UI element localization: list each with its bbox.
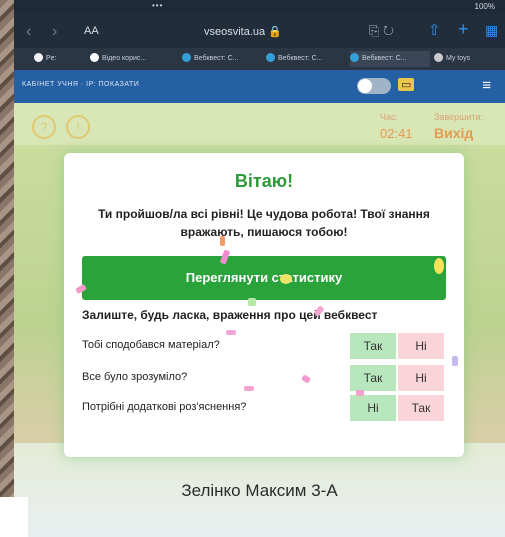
google-icon (34, 53, 43, 62)
menu-icon[interactable]: ≡ (482, 77, 491, 94)
timer-value: 02:41 (380, 126, 413, 141)
site-icon (266, 53, 275, 62)
theme-toggle[interactable] (357, 78, 391, 94)
confetti-piece (452, 356, 458, 366)
translate-reload-icons[interactable]: ⎘ ↻ (369, 23, 394, 39)
confetti-piece (220, 236, 225, 246)
site-icon (182, 53, 191, 62)
photo-edge (0, 497, 28, 537)
browser-toolbar: ‹ › AA vseosvita.ua 🔒 ⎘ ↻ ⇧ + ▦ (14, 14, 505, 48)
browser-tab[interactable]: Pe: (34, 51, 86, 67)
congratulations-modal: Вітаю! Ти пройшов/ла всі рівні! Це чудов… (64, 153, 464, 457)
cabinet-label[interactable]: КАБІНЕТ УЧНЯ · ІР: ПОКАЗАТИ (22, 81, 139, 88)
answer-yes-button[interactable]: Так (350, 333, 396, 359)
browser-tab[interactable]: Вебквест: С... (266, 51, 346, 67)
site-icon (350, 53, 359, 62)
answer-no-button[interactable]: Ні (350, 395, 396, 421)
confetti-piece (280, 274, 292, 284)
confetti-piece (434, 258, 444, 274)
question-liked: Тобі сподобався матеріал? (82, 339, 220, 351)
feedback-title: Залиште, будь ласка, враження про цей ве… (82, 308, 378, 322)
browser-tab-active[interactable]: Вебквест: С... (350, 51, 430, 67)
confetti-piece (244, 386, 254, 391)
share-icon[interactable]: ⇧ (428, 21, 441, 39)
confetti-piece (356, 390, 364, 396)
status-dots: ••• (152, 1, 164, 10)
answer-yes-button[interactable]: Так (350, 365, 396, 391)
modal-message: Ти пройшов/ла всі рівні! Це чудова робот… (98, 207, 430, 239)
language-flag-icon[interactable]: ▭ (398, 78, 415, 91)
video-icon (90, 53, 99, 62)
answer-yes-button[interactable]: Так (398, 395, 444, 421)
answer-no-button[interactable]: Ні (398, 333, 444, 359)
modal-title: Вітаю! (234, 171, 294, 191)
question-understood: Все було зрозуміло? (82, 371, 188, 383)
reader-settings-button[interactable]: AA (84, 25, 99, 37)
confetti-piece (226, 330, 236, 335)
help-icon[interactable]: ? (32, 115, 56, 139)
view-statistics-button[interactable]: Переглянути статистику (82, 256, 446, 300)
new-tab-icon[interactable]: + (458, 19, 469, 40)
confetti-piece (248, 298, 256, 306)
close-tab-icon[interactable] (434, 53, 443, 62)
browser-tab[interactable]: Відео корис... (90, 51, 178, 67)
tab-overview-icon[interactable]: ▦ (485, 22, 498, 39)
back-icon[interactable]: ‹ (26, 23, 31, 41)
question-extra-explanations: Потрібні додаткові роз'яснення? (82, 401, 247, 413)
tab-bar: Pe: Відео корис... Вебквест: С... Вебкве… (14, 48, 505, 70)
forward-icon[interactable]: › (52, 23, 57, 41)
exit-button[interactable]: Вихід (434, 125, 473, 141)
toggle-knob (358, 79, 372, 93)
info-icon[interactable]: ! (66, 115, 90, 139)
answer-no-button[interactable]: Ні (398, 365, 444, 391)
status-bar: ••• 100% (14, 0, 505, 14)
timer-label: Час: (380, 112, 399, 122)
student-name: Зелінко Максим 3-А (181, 481, 338, 500)
browser-tab[interactable]: My toys (434, 51, 500, 67)
browser-tab[interactable]: Вебквест: С... (182, 51, 262, 67)
help-icons: ?! (32, 115, 100, 139)
site-header: КАБІНЕТ УЧНЯ · ІР: ПОКАЗАТИ ▭ ≡ (14, 70, 505, 103)
battery-indicator: 100% (474, 2, 495, 11)
finish-label: Завершити: (434, 112, 484, 122)
address-bar[interactable]: vseosvita.ua 🔒 (204, 25, 282, 38)
